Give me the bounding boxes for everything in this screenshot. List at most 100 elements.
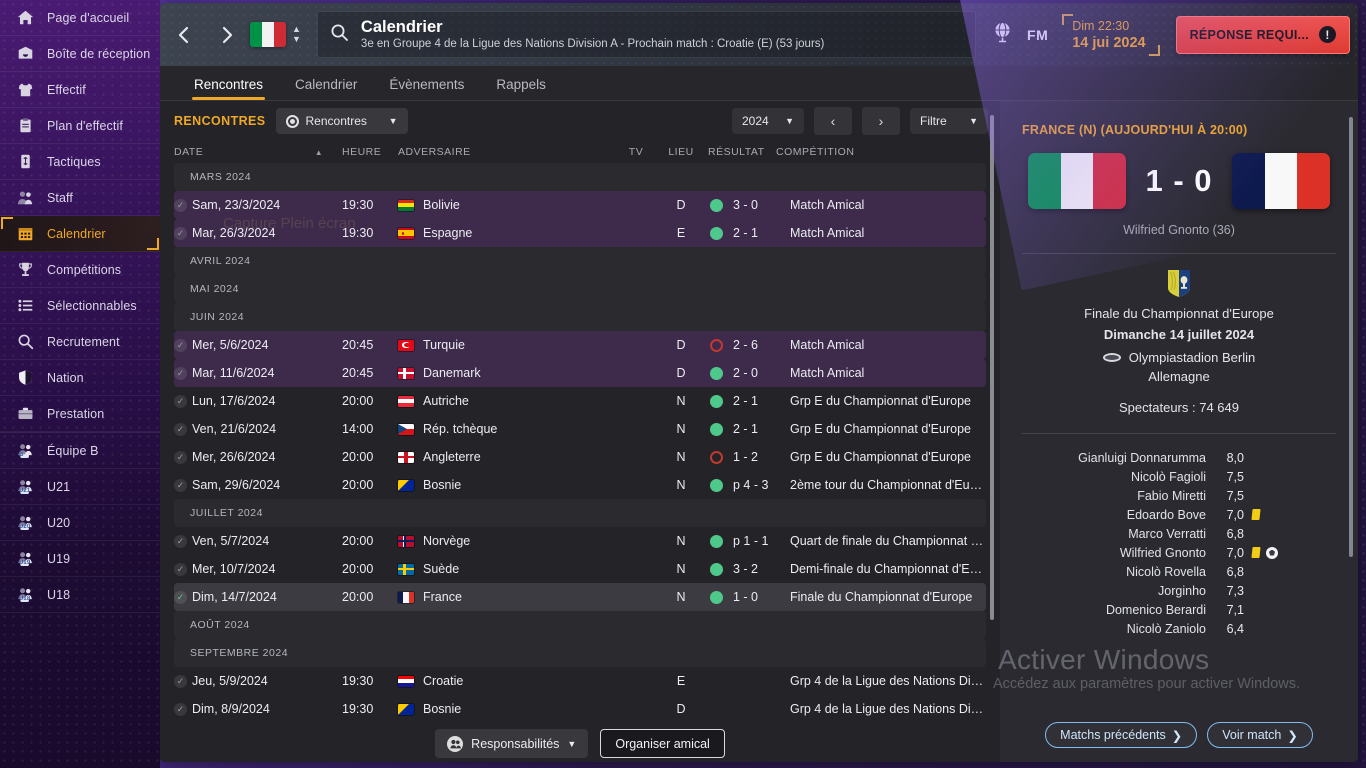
fixture-row[interactable]: ✓ Dim, 8/9/2024 19:30 Bosnie D Grp 4 de la Li… — [174, 695, 986, 723]
fixture-row[interactable]: ✓ Sam, 23/3/2024 19:30 Bolivie D 3 - 0 Match A… — [174, 191, 986, 219]
match-panel-heading: FRANCE (N) (AUJOURD'HUI À 20:00) — [1022, 123, 1248, 137]
team-u21-icon: U21 — [14, 478, 36, 495]
opponent-name: Croatie — [423, 674, 464, 688]
sidebar-item-page-d-accueil[interactable]: Page d'accueil — [0, 0, 160, 36]
fixture-date: Ven, 21/6/2024 — [192, 422, 277, 436]
fixture-row[interactable]: ✓ Ven, 5/7/2024 20:00 Norvège Np 1 - 1 Quart … — [174, 527, 986, 555]
player-rating-row[interactable]: Nicolò Fagioli 7,5 — [1022, 467, 1336, 486]
sidebar-item-comp-titions[interactable]: Compétitions — [0, 252, 160, 288]
fixture-row[interactable]: ✓ Mer, 5/6/2024 20:45 Turquie D 2 - 6 Match Am… — [174, 331, 986, 359]
sidebar-item-label: Compétitions — [47, 262, 122, 277]
player-rating-row[interactable]: Fabio Miretti 7,5 — [1022, 486, 1336, 505]
tab--v-nements[interactable]: Évènements — [373, 77, 480, 100]
clipboard-icon — [14, 117, 36, 134]
globe-icon[interactable] — [992, 21, 1013, 49]
match-panel-scrollbar[interactable] — [1349, 117, 1353, 557]
sidebar-item-u18[interactable]: U18 U18 — [0, 577, 160, 613]
tab-rappels[interactable]: Rappels — [480, 77, 562, 100]
sidebar-item-label: Calendrier — [47, 226, 106, 241]
tab-calendrier[interactable]: Calendrier — [279, 77, 373, 100]
player-rating-row[interactable]: Nicolò Zaniolo 6,4 — [1022, 619, 1336, 638]
view-selector-dropdown[interactable]: Rencontres ▼ — [275, 108, 408, 134]
player-rating-row[interactable]: Marco Verratti 6,8 — [1022, 524, 1336, 543]
month-header-row: JUILLET 2024 — [174, 499, 986, 527]
sidebar-item-label: Staff — [47, 190, 73, 205]
away-flag — [1232, 153, 1330, 209]
player-rating-row[interactable]: Edoardo Bove 7,0 — [1022, 505, 1336, 524]
sidebar-item-label: Prestation — [47, 406, 105, 421]
fixture-row[interactable]: ✓ Lun, 17/6/2024 20:00 Autriche N 2 - 1 Grp E … — [174, 387, 986, 415]
fixture-row[interactable]: ✓ Mar, 11/6/2024 20:45 Danemark D 2 - 0 Match … — [174, 359, 986, 387]
view-match-button[interactable]: Voir match ❯ — [1207, 722, 1313, 748]
player-name: Nicolò Zaniolo — [1126, 621, 1206, 636]
sidebar-item-prestation[interactable]: Prestation — [0, 396, 160, 432]
player-name: Nicolò Fagioli — [1130, 469, 1206, 484]
fixture-row[interactable]: ✓ Mer, 10/7/2024 20:00 Suède N 3 - 2 Demi-fina… — [174, 555, 986, 583]
fixture-row[interactable]: ✓ Dim, 14/7/2024 20:00 France N 1 - 0 Finale d… — [174, 583, 986, 611]
sidebar-item-s-lectionnables[interactable]: Sélectionnables — [0, 288, 160, 324]
fixture-venue: N — [676, 534, 686, 548]
sidebar-item-label: Plan d'effectif — [47, 118, 123, 133]
euro-trophy-icon — [1166, 268, 1192, 298]
sidebar-item-recrutement[interactable]: Recrutement — [0, 324, 160, 360]
sidebar-item-calendrier[interactable]: Calendrier — [0, 216, 160, 252]
fixture-status-icon: ✓ — [174, 366, 187, 380]
sidebar-item-u20[interactable]: U20 U20 — [0, 505, 160, 541]
forward-button[interactable] — [212, 18, 242, 52]
fixture-date: Mar, 26/3/2024 — [192, 226, 276, 240]
player-rating-row[interactable]: Gianluigi Donnarumma 8,0 — [1022, 448, 1336, 467]
column-adversaire[interactable]: ADVERSAIRE — [398, 146, 618, 158]
sidebar-item-u19[interactable]: U19 U19 — [0, 541, 160, 577]
organise-friendly-button[interactable]: Organiser amical — [600, 729, 725, 758]
player-rating-row[interactable]: Jorginho 7,3 — [1022, 581, 1336, 600]
continue-alert-button[interactable]: RÉPONSE REQUI... ! — [1175, 15, 1350, 54]
previous-matches-button[interactable]: Matchs précédents ❯ — [1045, 722, 1198, 748]
fixture-time: 20:45 — [342, 366, 374, 380]
column-lieu[interactable]: LIEU — [654, 146, 708, 158]
player-rating-row[interactable]: Domenico Berardi 7,1 — [1022, 600, 1336, 619]
tab-rencontres[interactable]: Rencontres — [178, 77, 279, 100]
fixture-row[interactable]: ✓ Ven, 21/6/2024 14:00 Rép. tchèque N 2 - 1 Gr… — [174, 415, 986, 443]
fixture-row[interactable]: ✓ Jeu, 5/9/2024 19:30 Croatie E Grp 4 de la L… — [174, 667, 986, 695]
fixture-status-icon: ✓ — [174, 478, 187, 492]
briefcase-icon — [14, 405, 36, 422]
fixtures-scrollbar[interactable] — [990, 115, 994, 620]
sidebar-item-u21[interactable]: U21 U21 — [0, 469, 160, 505]
column-tv[interactable]: TV — [618, 146, 654, 158]
year-selector[interactable]: 2024 ▼ — [732, 108, 804, 134]
sidebar-item-nation[interactable]: Nation — [0, 360, 160, 396]
fixture-row[interactable]: ✓ Sam, 29/6/2024 20:00 Bosnie Np 4 - 3 2ème t… — [174, 471, 986, 499]
sidebar-item-plan-d-effectif[interactable]: Plan d'effectif — [0, 108, 160, 144]
sidebar-item-bo-te-de-r-ception[interactable]: Boîte de réception — [0, 36, 160, 72]
current-team-flag[interactable] — [250, 22, 286, 47]
column-heure[interactable]: HEURE — [342, 146, 398, 158]
fixture-row[interactable]: ✓ Mar, 26/3/2024 19:30 Espagne E 2 - 1 Match A… — [174, 219, 986, 247]
match-panel-buttons: Matchs précédents ❯ Voir match ❯ — [1000, 722, 1358, 748]
responsibilities-dropdown[interactable]: Responsabilités ▼ — [435, 729, 589, 758]
fixture-row[interactable]: ✓ Mer, 26/6/2024 20:00 Angleterre N 1 - 2 Grp … — [174, 443, 986, 471]
fixture-status-icon: ✓ — [174, 338, 187, 352]
column-resultat[interactable]: RÉSULTAT — [708, 146, 776, 158]
sidebar-item-effectif[interactable]: Effectif — [0, 72, 160, 108]
player-rating-row[interactable]: Wilfried Gnonto 7,0 — [1022, 543, 1336, 562]
team-switcher-spinner[interactable]: ▲ ▼ — [292, 25, 301, 44]
player-rating-row[interactable]: Nicolò Rovella 6,8 — [1022, 562, 1336, 581]
chevron-down-icon: ▼ — [785, 116, 794, 126]
main-window: ▲ ▼ Calendrier 3e en Groupe 4 de la Ligue… — [160, 3, 1358, 762]
fixtures-toolbar: RENCONTRES Rencontres ▼ 2024 ▼ ‹ › Filtr… — [160, 101, 1000, 141]
column-date[interactable]: DATE — [174, 146, 296, 158]
sidebar-item-quipe-b[interactable]: B Équipe B — [0, 433, 160, 469]
page-search-bar[interactable]: Calendrier 3e en Groupe 4 de la Ligue de… — [316, 11, 977, 58]
sidebar-item-staff[interactable]: Staff — [0, 180, 160, 216]
month-label: JUIN 2024 — [190, 311, 245, 323]
fixture-score: 2 - 1 — [733, 422, 759, 436]
opponent-flag — [398, 563, 414, 575]
fixture-status-icon: ✓ — [174, 422, 187, 436]
next-year-button[interactable]: › — [862, 107, 900, 135]
column-competition[interactable]: COMPÉTITION — [776, 146, 986, 158]
prev-year-button[interactable]: ‹ — [814, 107, 852, 135]
sidebar-item-tactiques[interactable]: Tactiques — [0, 144, 160, 180]
back-button[interactable] — [168, 18, 198, 52]
fixture-competition: Finale du Championnat d'Europe — [790, 590, 973, 604]
filter-dropdown[interactable]: Filtre ▼ — [910, 108, 988, 134]
